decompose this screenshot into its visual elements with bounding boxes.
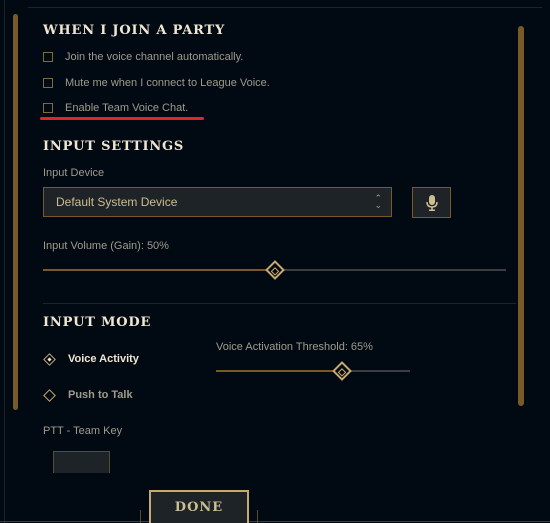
highlight-underline (40, 117, 204, 120)
threshold-slider[interactable] (216, 370, 410, 372)
footer-tick-right (257, 510, 258, 523)
push-to-talk-radio-icon[interactable] (43, 388, 56, 402)
push-to-talk-label: Push to Talk (68, 389, 133, 401)
checkbox-row-join-voice[interactable]: Join the voice channel automatically. (43, 49, 243, 65)
join-voice-label: Join the voice channel automatically. (65, 51, 244, 63)
radio-push-to-talk[interactable]: Push to Talk (43, 387, 133, 403)
ptt-key-binding-button[interactable] (53, 451, 110, 473)
footer-line-left (0, 521, 149, 522)
threshold-label: Voice Activation Threshold: 65% (216, 341, 373, 353)
team-voice-label: Enable Team Voice Chat. (65, 102, 189, 114)
checkbox-row-mute-on-connect[interactable]: Mute me when I connect to League Voice. (43, 75, 270, 91)
input-volume-slider-thumb[interactable] (264, 260, 285, 280)
checkbox-row-team-voice[interactable]: Enable Team Voice Chat. (43, 100, 188, 116)
done-button[interactable]: DONE (149, 490, 249, 523)
input-device-label: Input Device (43, 167, 105, 179)
input-device-select[interactable]: Default System Device ⌃ ⌄ (43, 187, 392, 217)
mic-test-button[interactable] (412, 187, 451, 218)
input-device-value: Default System Device (56, 195, 178, 209)
team-voice-checkbox[interactable] (43, 103, 53, 113)
footer-line-right (249, 521, 550, 522)
threshold-slider-thumb[interactable] (332, 361, 352, 381)
done-button-label: DONE (174, 500, 224, 515)
ptt-key-label: PTT - Team Key (43, 425, 123, 437)
join-voice-checkbox[interactable] (43, 52, 53, 62)
input-volume-label: Input Volume (Gain): 50% (43, 240, 169, 252)
footer-tick-left (140, 510, 141, 523)
mute-on-connect-label: Mute me when I connect to League Voice. (65, 77, 270, 89)
microphone-icon (425, 194, 438, 211)
frame-top-border (28, 7, 542, 8)
voice-activity-radio-icon[interactable] (43, 352, 56, 366)
input-settings-heading: INPUT SETTINGS (43, 139, 185, 154)
left-scrollbar[interactable] (13, 14, 18, 410)
right-scrollbar[interactable] (518, 26, 524, 406)
frame-left-border (4, 0, 5, 523)
radio-voice-activity[interactable]: Voice Activity (43, 351, 139, 367)
input-mode-heading: INPUT MODE (43, 315, 152, 330)
voice-activity-label: Voice Activity (68, 353, 139, 365)
select-chevron-icon: ⌃ ⌄ (374, 193, 382, 210)
party-heading: WHEN I JOIN A PARTY (43, 23, 226, 38)
section-divider (43, 303, 516, 304)
mute-on-connect-checkbox[interactable] (43, 78, 53, 88)
